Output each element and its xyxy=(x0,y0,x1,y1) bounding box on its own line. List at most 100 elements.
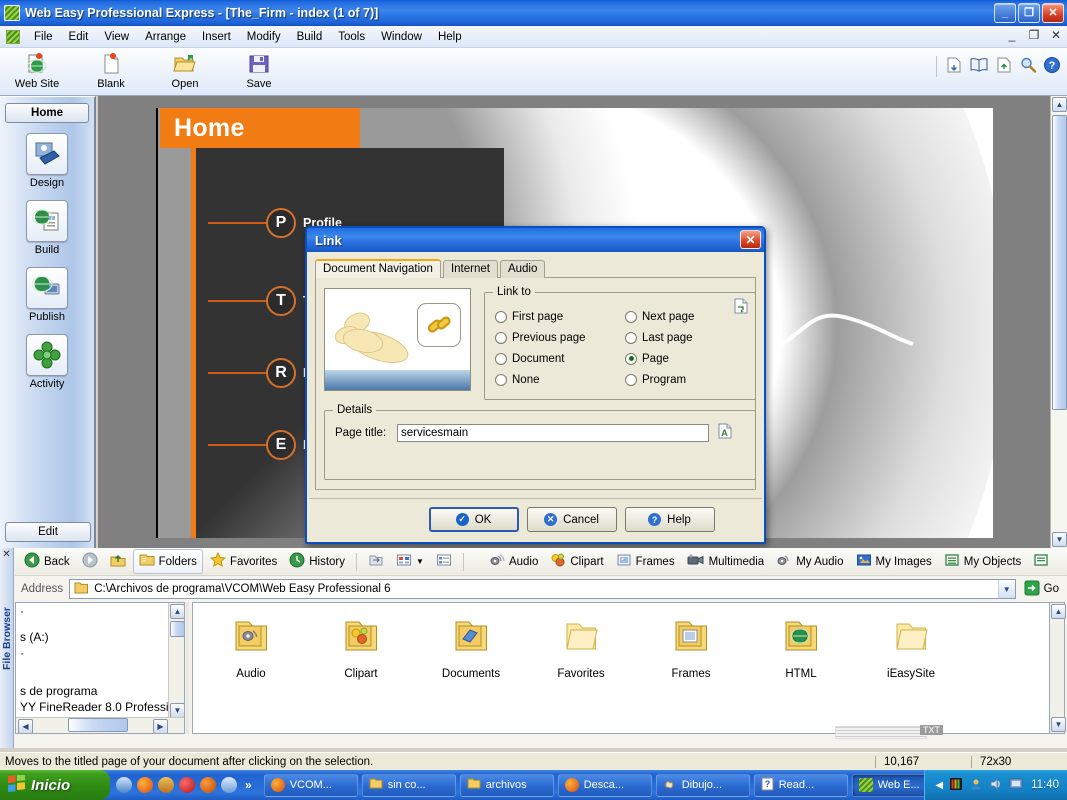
clipart-button[interactable]: Clipart xyxy=(545,550,608,573)
address-dropdown-button[interactable]: ▼ xyxy=(997,580,1015,598)
page-title-input[interactable] xyxy=(397,423,709,442)
tree-row[interactable]: · xyxy=(16,603,184,618)
help-icon[interactable]: ? xyxy=(1043,56,1061,77)
menu-arrange[interactable]: Arrange xyxy=(137,29,194,45)
cancel-button[interactable]: ✕ Cancel xyxy=(526,507,617,532)
tree-scroll-up-button[interactable]: ▲ xyxy=(170,604,184,619)
audio-button[interactable]: Audio xyxy=(484,550,543,573)
menu-help[interactable]: Help xyxy=(430,29,470,45)
list-item[interactable]: Favorites xyxy=(541,617,621,733)
items-scroll-up-button[interactable]: ▲ xyxy=(1051,604,1066,619)
tree-scroll-down-button[interactable]: ▼ xyxy=(170,703,184,718)
toolbar-button-blank[interactable]: Blank xyxy=(74,51,148,90)
radio-document[interactable]: Document xyxy=(495,348,625,369)
list-item[interactable]: Clipart xyxy=(321,617,401,733)
folder-tree[interactable]: · s (A:) · s de programa YY FineReader 8… xyxy=(15,602,185,734)
sidebar-item-design[interactable]: Design xyxy=(0,133,94,189)
book-icon[interactable] xyxy=(969,56,989,77)
favorites-button[interactable]: Favorites xyxy=(205,550,282,573)
shield-icon[interactable] xyxy=(1009,777,1023,794)
mdi-minimize-button[interactable]: _ xyxy=(1005,28,1019,42)
help-button[interactable]: ? Help xyxy=(624,507,715,532)
tree-row[interactable]: s (A:) xyxy=(16,629,184,645)
monitor-icon[interactable] xyxy=(949,777,963,794)
page-import-icon[interactable] xyxy=(995,56,1013,77)
tab-audio[interactable]: Audio xyxy=(499,260,546,278)
radio-program[interactable]: Program xyxy=(625,369,755,390)
details-view-button[interactable] xyxy=(431,550,457,573)
task-archivos[interactable]: archivos xyxy=(459,773,554,797)
back-button[interactable]: Back xyxy=(19,550,75,573)
task-reader[interactable]: ? Read... xyxy=(753,773,848,797)
sidebar-item-activity[interactable]: Activity xyxy=(0,334,94,390)
radio-indicator[interactable] xyxy=(625,310,637,323)
menu-window[interactable]: Window xyxy=(373,29,430,45)
menu-modify[interactable]: Modify xyxy=(239,29,289,45)
firefox-icon[interactable] xyxy=(137,777,153,793)
radio-indicator[interactable] xyxy=(495,310,507,323)
menu-insert[interactable]: Insert xyxy=(194,29,239,45)
canvas-vertical-scrollbar[interactable]: ▲ ▼ xyxy=(1050,96,1067,548)
tree-vertical-scrollbar[interactable]: ▲ ▼ xyxy=(168,603,184,719)
toolbar-button-save[interactable]: Save xyxy=(222,51,296,90)
scroll-thumb[interactable] xyxy=(1052,115,1067,410)
list-item[interactable]: Audio xyxy=(211,617,291,733)
radio-none[interactable]: None xyxy=(495,369,625,390)
frames-button[interactable]: Frames xyxy=(611,550,680,573)
radio-indicator[interactable] xyxy=(625,373,637,386)
sidebar-item-publish[interactable]: Publish xyxy=(0,267,94,323)
forward-button[interactable] xyxy=(77,550,103,573)
menu-edit[interactable]: Edit xyxy=(61,29,97,45)
my-audio-button[interactable]: My Audio xyxy=(771,550,848,573)
menu-tools[interactable]: Tools xyxy=(330,29,373,45)
tree-row[interactable]: · xyxy=(16,645,184,661)
multimedia-button[interactable]: Multimedia xyxy=(682,550,770,573)
network-icon[interactable] xyxy=(969,777,983,794)
dialog-close-button[interactable]: ✕ xyxy=(740,230,761,249)
chevron-icon[interactable]: ◀ xyxy=(935,780,943,791)
items-vertical-scrollbar[interactable]: ▲ ▼ xyxy=(1049,602,1066,734)
my-images-button[interactable]: My Images xyxy=(851,550,937,573)
menu-build[interactable]: Build xyxy=(289,29,331,45)
menu-view[interactable]: View xyxy=(96,29,137,45)
mdi-restore-button[interactable]: ❐ xyxy=(1027,28,1041,42)
radio-previous-page[interactable]: Previous page xyxy=(495,327,625,348)
go-button[interactable]: Go xyxy=(1016,580,1067,599)
tab-internet[interactable]: Internet xyxy=(442,260,498,278)
list-item[interactable]: Documents xyxy=(431,617,511,733)
scroll-down-button[interactable]: ▼ xyxy=(1052,532,1067,547)
radio-indicator[interactable] xyxy=(495,352,507,365)
player-icon[interactable] xyxy=(200,777,216,793)
radio-indicator[interactable] xyxy=(625,331,637,344)
tree-row[interactable]: YY FineReader 8.0 Profession xyxy=(16,699,184,715)
browse-document-icon[interactable] xyxy=(733,298,749,317)
radio-page[interactable]: Page xyxy=(625,348,755,369)
radio-last-page[interactable]: Last page xyxy=(625,327,755,348)
radio-first-page[interactable]: First page xyxy=(495,306,625,327)
file-browser-close-button[interactable]: ✕ xyxy=(0,548,13,560)
volume-icon[interactable] xyxy=(989,777,1003,794)
radio-indicator[interactable] xyxy=(495,331,507,344)
explorer-icon[interactable] xyxy=(221,777,237,793)
media-icon[interactable] xyxy=(179,777,195,793)
sidebar-edit-button[interactable]: Edit xyxy=(5,522,91,542)
menu-file[interactable]: File xyxy=(26,29,61,45)
opera-icon[interactable] xyxy=(158,777,174,793)
start-button[interactable]: Inicio xyxy=(0,770,110,800)
restore-button[interactable]: ❐ xyxy=(1018,3,1040,23)
link-dialog[interactable]: Link ✕ Document Navigation Internet Audi… xyxy=(305,226,766,544)
move-to-button[interactable] xyxy=(363,550,389,573)
radio-indicator[interactable] xyxy=(495,373,507,386)
my-objects-button[interactable]: My Objects xyxy=(939,550,1027,573)
up-folder-button[interactable] xyxy=(105,550,131,573)
address-input[interactable]: C:\Archivos de programa\VCOM\Web Easy Pr… xyxy=(69,579,1016,599)
chevron-down-icon[interactable]: ▼ xyxy=(416,557,424,566)
tree-row[interactable] xyxy=(16,661,184,683)
tab-document-navigation[interactable]: Document Navigation xyxy=(315,259,441,278)
task-descargas[interactable]: Desca... xyxy=(557,773,652,797)
toolbar-button-website[interactable]: Web Site xyxy=(0,51,74,90)
sidebar-item-build[interactable]: Build xyxy=(0,200,94,256)
tree-row[interactable]: s de programa xyxy=(16,683,184,699)
radio-indicator-selected[interactable] xyxy=(625,352,637,365)
list-item[interactable]: Frames xyxy=(651,617,731,733)
